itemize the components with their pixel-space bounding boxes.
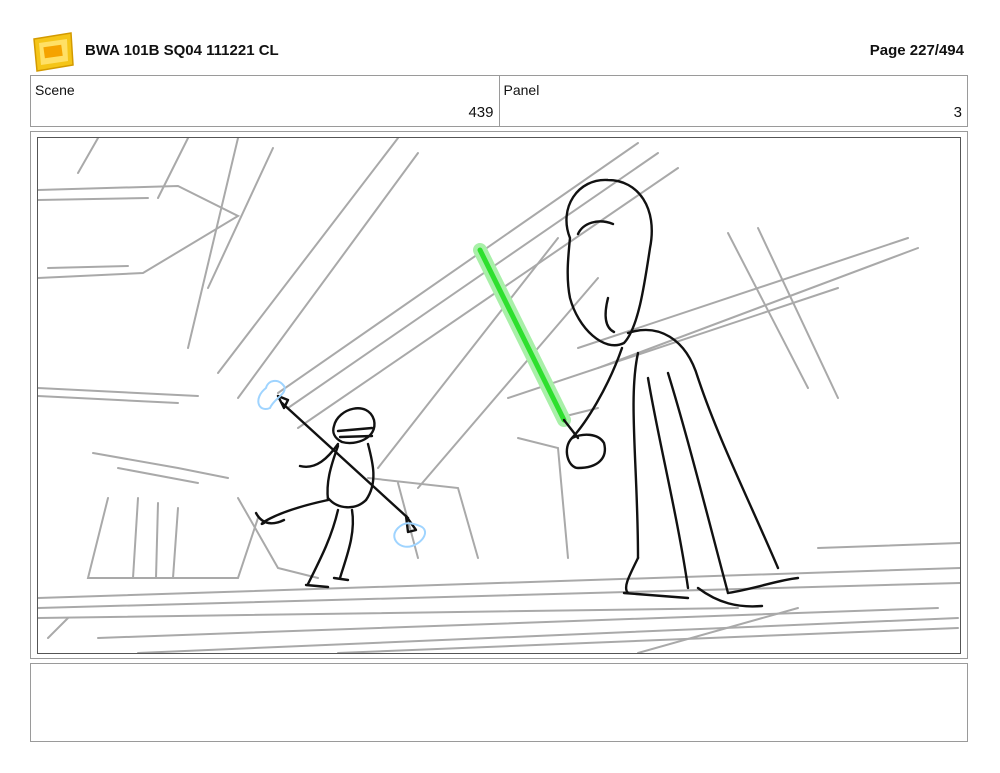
scene-cell: Scene 439 [31,76,499,126]
background-sketch-lines [38,138,960,653]
panel-number: 3 [953,104,962,121]
storyboard-sketch [37,137,961,654]
staff-fighter-figure [254,394,418,589]
document-title: BWA 101B SQ04 111221 CL [85,42,279,59]
scene-number: 439 [468,104,494,121]
page-number: Page 227/494 [869,42,964,59]
panel-notes [30,663,968,742]
scene-panel-info: Scene 439 Panel 3 [30,75,968,127]
panel-label: Panel [503,82,540,98]
panel-cell: Panel 3 [498,76,968,126]
show-logo [31,31,75,73]
robed-figure [562,178,800,608]
scene-label: Scene [35,82,75,98]
